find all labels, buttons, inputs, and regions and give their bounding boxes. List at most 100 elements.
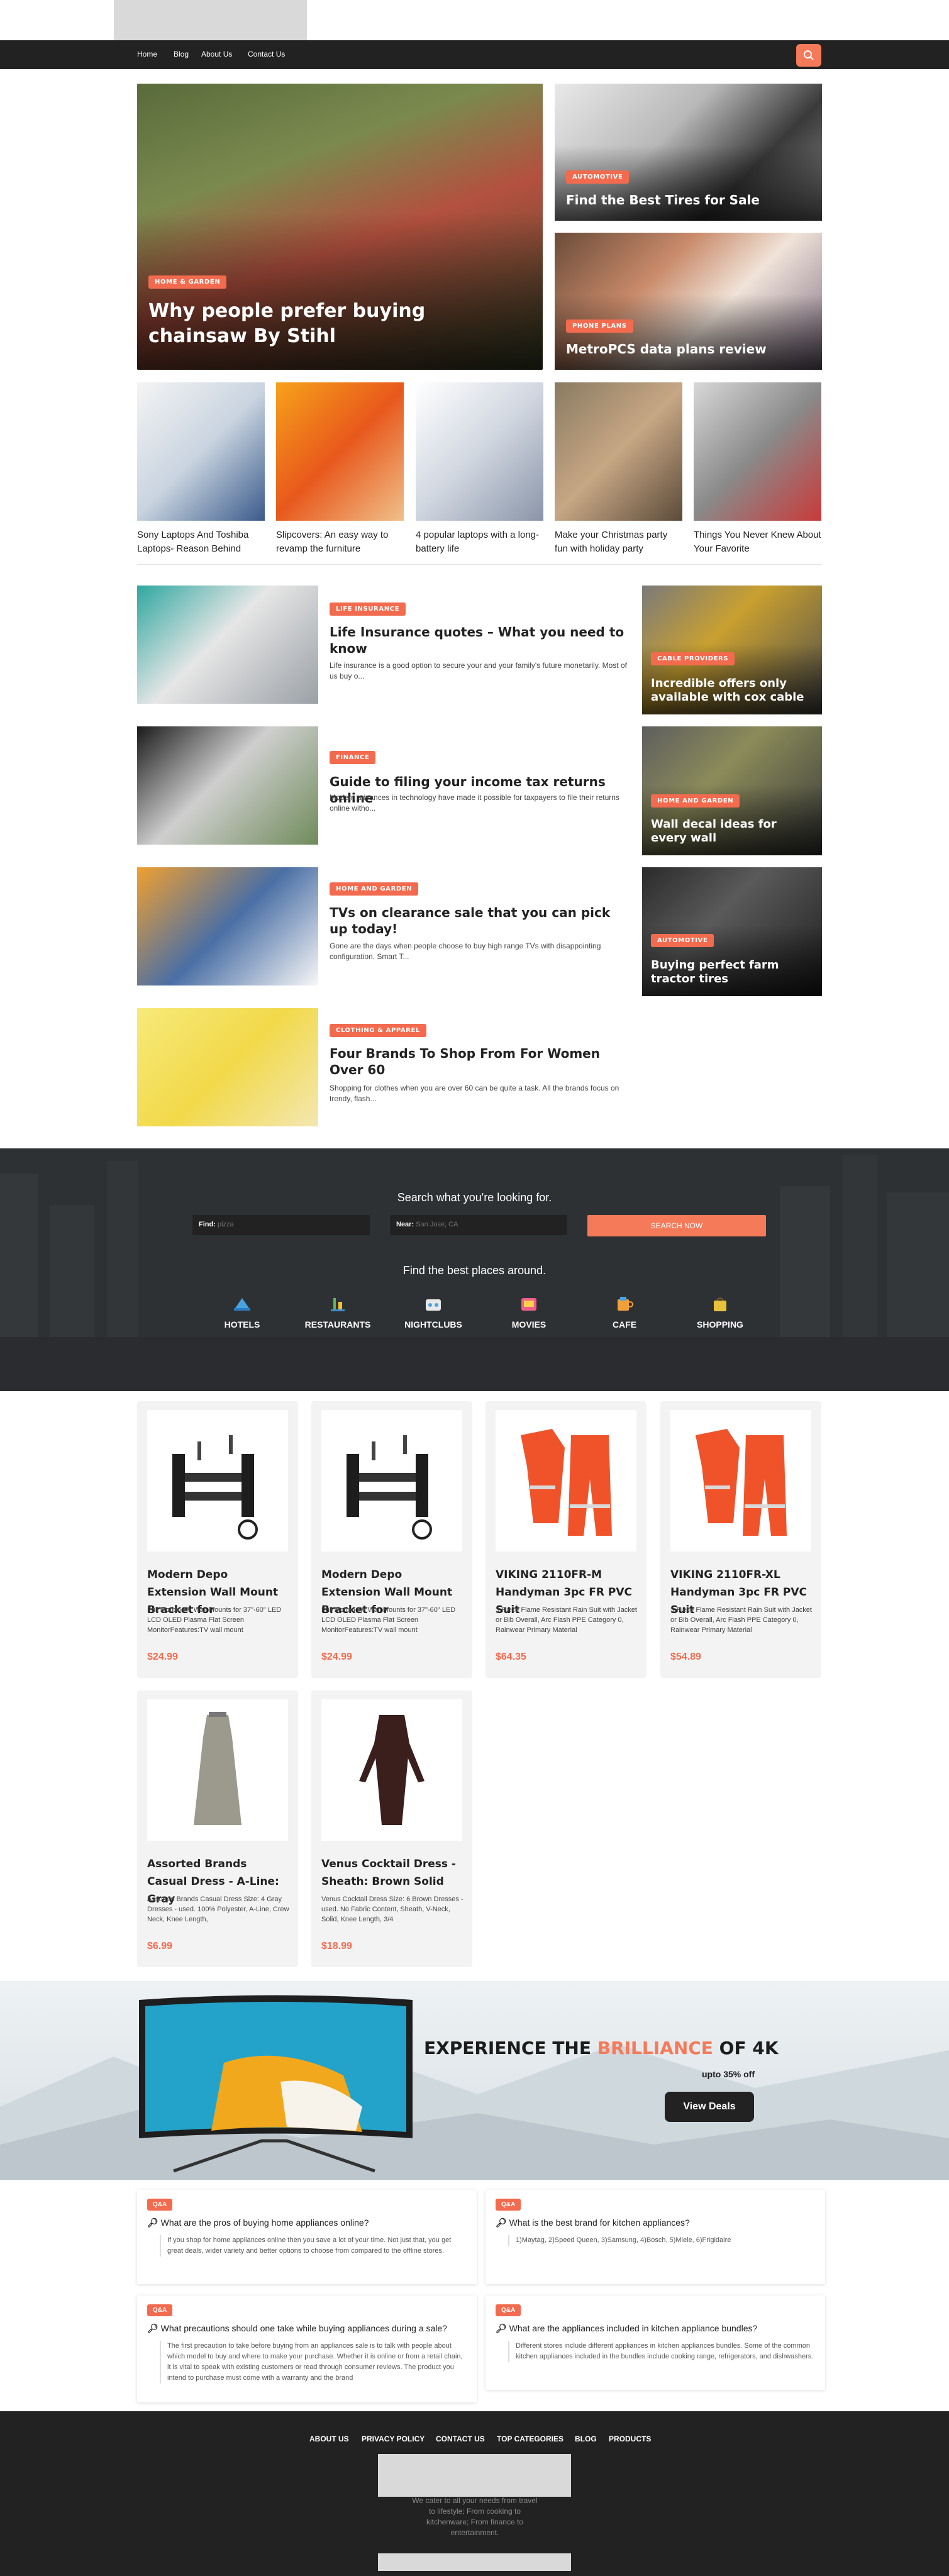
product-price: $64.35 — [496, 1652, 526, 1662]
product-image[interactable] — [321, 1410, 462, 1552]
qa-question-text[interactable]: What precautions should one take while b… — [161, 2323, 447, 2333]
footer-link-about[interactable]: ABOUT US — [309, 2434, 349, 2443]
thumb-caption[interactable]: Slipcovers: An easy way to revamp the fu… — [276, 528, 404, 556]
qa-question[interactable]: 🔎︎ What is the best brand for kitchen ap… — [496, 2218, 816, 2228]
hero-main-card[interactable]: HOME & GARDEN Why people prefer buying c… — [137, 84, 543, 370]
near-placeholder: San Jose, CA — [416, 1221, 458, 1228]
category-restaurants[interactable]: RESTAURANTS — [303, 1294, 372, 1330]
footer-link-contact[interactable]: CONTACT US — [436, 2434, 485, 2443]
category-movies[interactable]: MOVIES — [494, 1294, 563, 1330]
nav-contact-us[interactable]: Contact Us — [248, 50, 285, 58]
hero-side-title[interactable]: Find the Best Tires for Sale — [566, 192, 760, 208]
hero-side-card-tires[interactable]: AUTOMOTIVE Find the Best Tires for Sale — [555, 84, 822, 221]
qa-question[interactable]: 🔎︎ What precautions should one take whil… — [147, 2323, 468, 2334]
product-price: $6.99 — [147, 1941, 173, 1951]
category-hotels[interactable]: HOTELS — [208, 1294, 277, 1330]
hero-side-tag[interactable]: AUTOMOTIVE — [566, 170, 630, 184]
product-card[interactable]: Modern Depo Extension Wall Mount Bracket… — [137, 1401, 298, 1678]
article-title[interactable]: Life Insurance quotes – What you need to… — [330, 624, 631, 657]
product-title[interactable]: Venus Cocktail Dress - Sheath: Brown Sol… — [321, 1855, 463, 1890]
hotel-icon — [234, 1298, 250, 1311]
article-tag[interactable]: HOME AND GARDEN — [330, 882, 419, 896]
product-image[interactable] — [147, 1410, 288, 1552]
article-tag[interactable]: CLOTHING & APPAREL — [330, 1024, 426, 1037]
thumb-caption[interactable]: Make your Christmas party fun with holid… — [555, 528, 682, 556]
article-tag[interactable]: LIFE INSURANCE — [330, 602, 406, 616]
main-navbar: Home Blog About Us Contact Us — [0, 40, 949, 69]
qa-question[interactable]: 🔎︎ What are the appliances included in k… — [496, 2323, 816, 2334]
thumb-caption[interactable]: Sony Laptops And Toshiba Laptops- Reason… — [137, 528, 265, 556]
product-card[interactable]: Assorted Brands Casual Dress - A-Line: G… — [137, 1690, 298, 1967]
nav-blog[interactable]: Blog — [174, 50, 189, 58]
hero-side-title[interactable]: MetroPCS data plans review — [566, 341, 767, 357]
side-card-title[interactable]: Wall decal ideas for every wall — [651, 818, 814, 845]
qa-question-text[interactable]: What are the appliances included in kitc… — [509, 2323, 758, 2333]
product-description: Full Motion TV Wall Mounts for 37"-60" L… — [147, 1606, 282, 1634]
footer-bottom-bar — [378, 2553, 571, 2571]
article-tag[interactable]: FINANCE — [330, 751, 376, 764]
product-image[interactable] — [147, 1699, 288, 1841]
article-excerpt: Modern advances in technology have made … — [330, 793, 619, 813]
hero-main-tag[interactable]: HOME & GARDEN — [148, 275, 227, 289]
article-image[interactable] — [137, 867, 318, 985]
thumb-image[interactable] — [694, 382, 821, 521]
side-card-wall-decal[interactable]: HOME AND GARDEN Wall decal ideas for eve… — [642, 726, 822, 855]
article-image[interactable] — [137, 1008, 318, 1126]
footer-link-categories[interactable]: TOP CATEGORIES — [497, 2434, 563, 2443]
footer-link-products[interactable]: PRODUCTS — [609, 2434, 651, 2443]
qa-question-text[interactable]: What are the pros of buying home applian… — [161, 2218, 369, 2228]
restaurant-icon — [331, 1298, 345, 1311]
article-title[interactable]: Four Brands To Shop From For Women Over … — [330, 1045, 631, 1078]
side-card-title[interactable]: Incredible offers only available with co… — [651, 677, 814, 704]
article-image[interactable] — [137, 726, 318, 845]
side-card-cox[interactable]: CABLE PROVIDERS Incredible offers only a… — [642, 586, 822, 714]
footer-tagline: We cater to all your needs from travel t… — [412, 2496, 538, 2537]
hero-side-tag[interactable]: PHONE PLANS — [566, 319, 633, 333]
footer-link-privacy[interactable]: PRIVACY POLICY — [362, 2434, 425, 2443]
hero-side-card-metropcs[interactable]: PHONE PLANS MetroPCS data plans review — [555, 233, 822, 370]
thumb-caption[interactable]: Things You Never Knew About Your Favorit… — [694, 528, 821, 556]
thumb-image[interactable] — [137, 382, 265, 521]
product-image[interactable] — [670, 1410, 811, 1552]
rain-suit-illustration — [696, 1429, 787, 1536]
thumb-image[interactable] — [276, 382, 404, 521]
product-price: $18.99 — [321, 1941, 352, 1951]
thumb-image[interactable] — [416, 382, 543, 521]
nav-home[interactable]: Home — [137, 50, 157, 58]
category-shopping[interactable]: SHOPPING — [685, 1294, 755, 1330]
hero-main-title[interactable]: Why people prefer buying chainsaw By Sti… — [148, 299, 526, 349]
footer-logo[interactable] — [378, 2454, 571, 2497]
thumb-caption[interactable]: 4 popular laptops with a long-battery li… — [416, 528, 543, 556]
product-card[interactable]: Venus Cocktail Dress - Sheath: Brown Sol… — [311, 1690, 472, 1967]
article-image[interactable] — [137, 586, 318, 704]
product-image[interactable] — [321, 1699, 462, 1841]
side-card-tractor-tires[interactable]: AUTOMOTIVE Buying perfect farm tractor t… — [642, 867, 822, 996]
view-deals-button[interactable]: View Deals — [665, 2092, 754, 2122]
article-title[interactable]: TVs on clearance sale that you can pick … — [330, 904, 631, 937]
qa-question[interactable]: 🔎︎ What are the pros of buying home appl… — [147, 2218, 468, 2228]
search-now-button[interactable]: SEARCH NOW — [587, 1215, 766, 1236]
search-button[interactable] — [796, 44, 821, 67]
category-label: HOTELS — [224, 1319, 260, 1330]
find-field[interactable]: Find: pizza — [192, 1215, 370, 1235]
nav-about-us[interactable]: About Us — [201, 50, 232, 58]
near-field[interactable]: Near: San Jose, CA — [390, 1215, 567, 1235]
side-card-tag[interactable]: AUTOMOTIVE — [651, 934, 714, 947]
site-logo[interactable] — [114, 0, 307, 40]
qa-answer: If you shop for home appliances online t… — [160, 2235, 468, 2257]
promo-title-accent: BRILLIANCE — [597, 2038, 713, 2058]
product-card[interactable]: VIKING 2110FR-XL Handyman 3pc FR PVC Sui… — [660, 1401, 821, 1678]
product-image[interactable] — [496, 1410, 636, 1552]
category-cafe[interactable]: CAFE — [590, 1294, 659, 1330]
thumb-image[interactable] — [555, 382, 682, 521]
side-card-tag[interactable]: CABLE PROVIDERS — [651, 652, 735, 665]
side-card-tag[interactable]: HOME AND GARDEN — [651, 794, 740, 808]
tv-mount-illustration — [172, 1435, 258, 1540]
category-nightclubs[interactable]: NIGHTCLUBS — [399, 1294, 468, 1330]
side-card-title[interactable]: Buying perfect farm tractor tires — [651, 958, 814, 986]
qa-question-text[interactable]: What is the best brand for kitchen appli… — [509, 2218, 690, 2228]
product-card[interactable]: Modern Depo Extension Wall Mount Bracket… — [311, 1401, 472, 1678]
product-card[interactable]: VIKING 2110FR-M Handyman 3pc FR PVC Suit… — [486, 1401, 647, 1678]
footer-link-blog[interactable]: BLOG — [575, 2434, 597, 2443]
qa-answer: Different stores include different appli… — [508, 2341, 816, 2362]
